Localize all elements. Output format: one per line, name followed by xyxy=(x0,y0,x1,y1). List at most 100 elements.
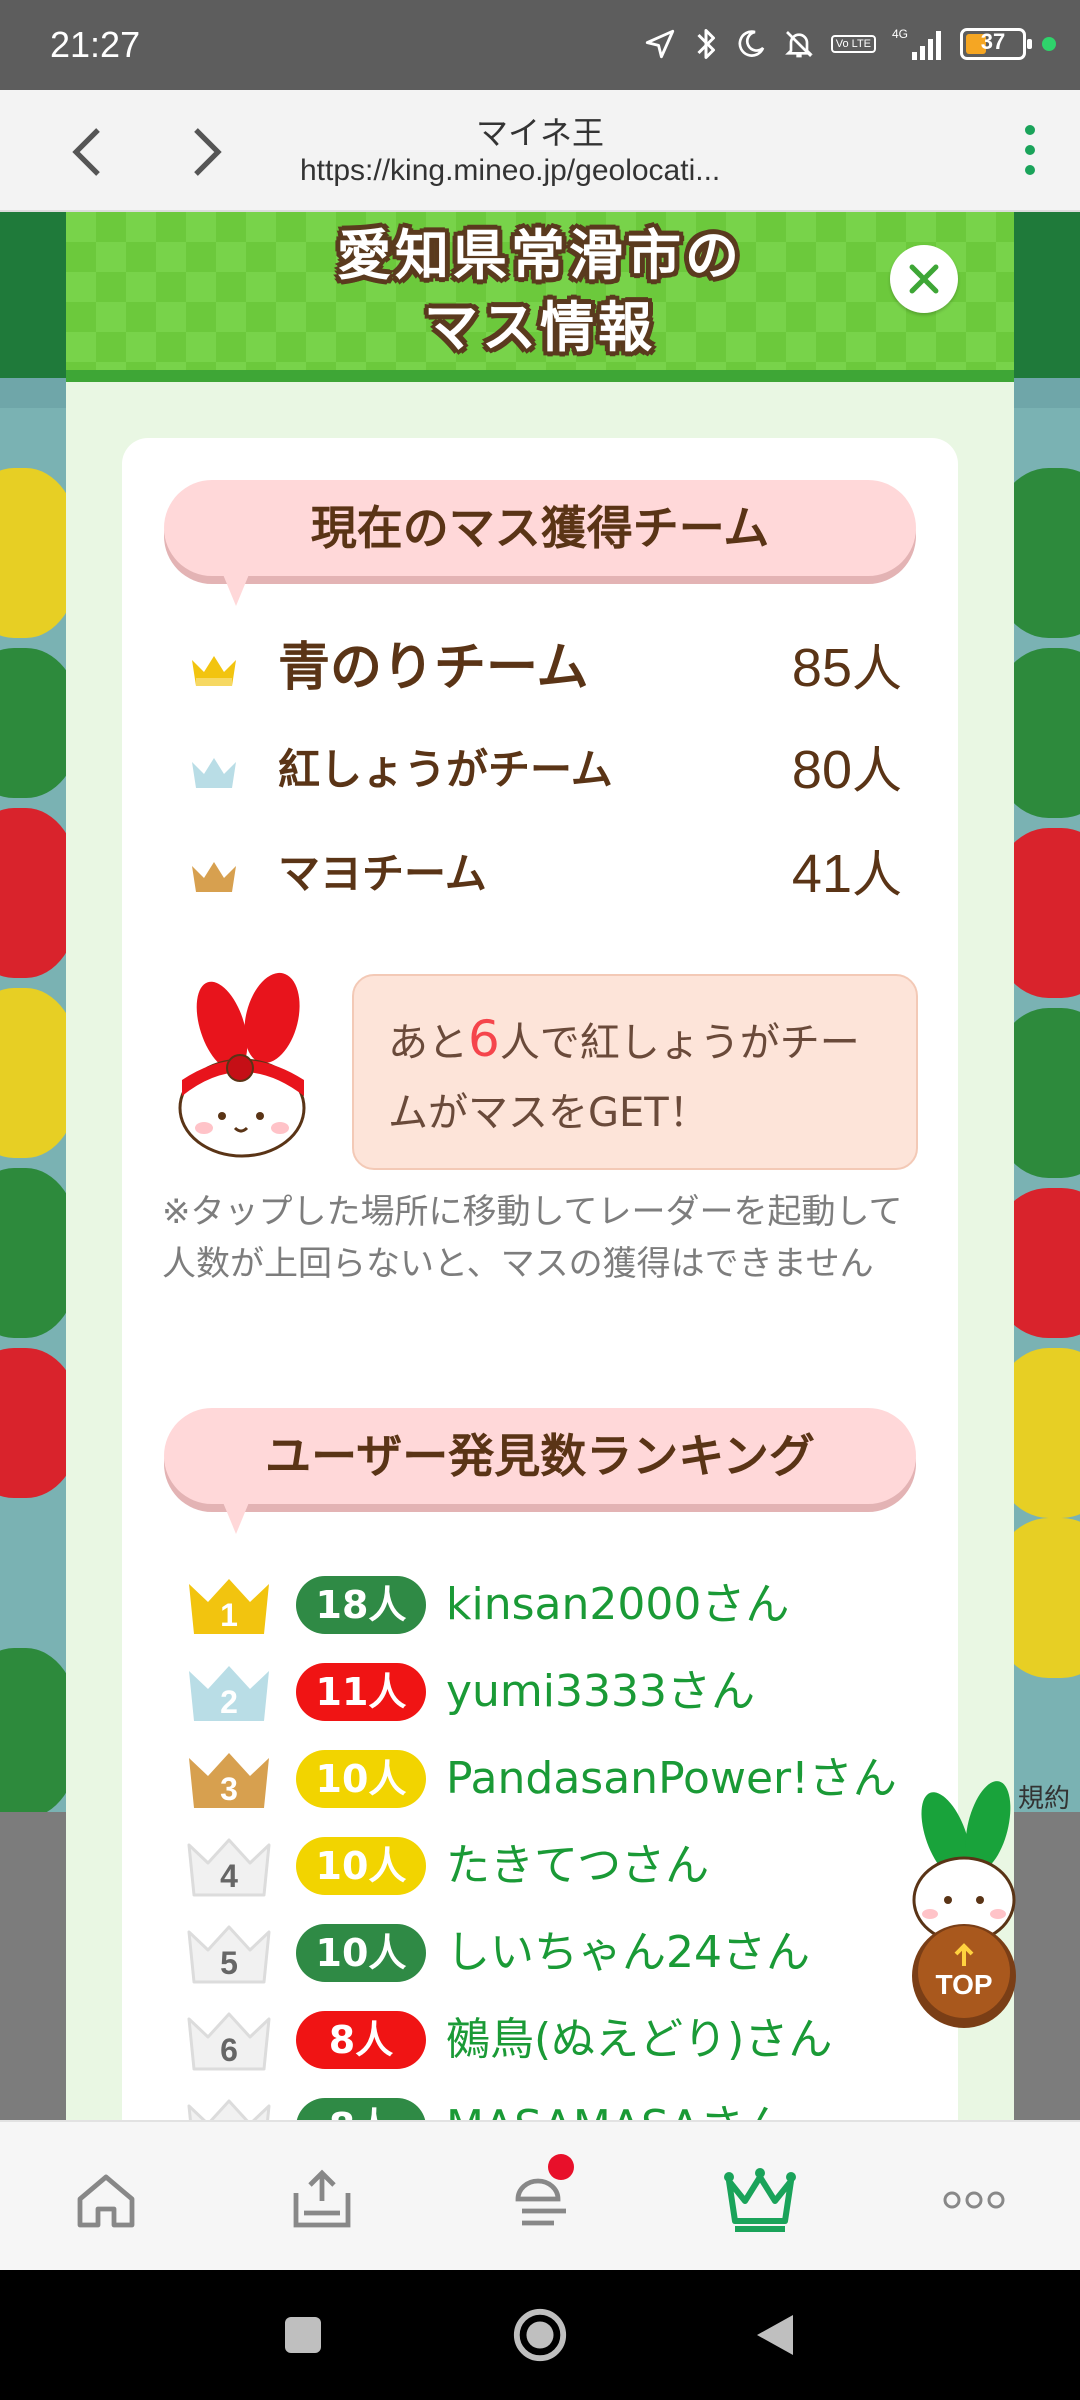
ranking-heading: ユーザー発見数ランキング xyxy=(164,1408,916,1534)
status-time: 21:27 xyxy=(50,24,141,65)
rank-count-badge: 18人 xyxy=(296,1576,426,1634)
signal-icon: 4G xyxy=(892,27,941,60)
current-team-heading-text: 現在のマス獲得チーム xyxy=(310,501,770,555)
red-rabbit-mascot-icon xyxy=(178,972,306,1158)
bluetooth-icon xyxy=(697,29,715,59)
tab-chat[interactable] xyxy=(492,2154,592,2240)
rank-crown-icon: 7 xyxy=(187,2099,271,2120)
ranking-row[interactable]: 2 11人 yumi3333さん xyxy=(186,1657,926,1727)
circle-icon xyxy=(513,2308,567,2362)
rank-count-badge: 11人 xyxy=(296,1663,426,1721)
triangle-back-icon xyxy=(757,2315,793,2355)
note-text: ※タップした場所に移動してレーダーを起動して人数が上回らないと、マスの獲得はでき… xyxy=(162,1192,903,1284)
rank-number: 3 xyxy=(220,1771,238,1807)
rank-user-name[interactable]: yumi3333さん xyxy=(446,1657,755,1727)
ranking-row[interactable]: 7 8人 MASAMASAさん xyxy=(186,2092,926,2120)
rank-user-name[interactable]: しいちゃん24さん xyxy=(446,1918,810,1988)
scroll-top-label: TOP xyxy=(935,1969,992,2000)
rank-crown-icon: 2 xyxy=(189,1666,269,1721)
rank-number: 2 xyxy=(220,1684,238,1720)
bottom-tab-bar xyxy=(0,2120,1080,2270)
modal-title-line2: マス情報 xyxy=(424,296,656,359)
tab-upload[interactable] xyxy=(272,2160,372,2240)
rank-count-badge: 8人 xyxy=(296,2098,426,2120)
page-title: マイネ王 xyxy=(475,114,604,152)
url-bar[interactable]: https://king.mineo.jp/geolocati... xyxy=(300,154,800,188)
moon-icon xyxy=(738,30,764,57)
upload-icon xyxy=(293,2169,351,2228)
rank-crown-icon: 5 xyxy=(187,1925,271,1984)
bell-off-icon xyxy=(784,31,813,58)
message-prefix: あと xyxy=(388,1020,468,1066)
crown-icon xyxy=(192,656,236,686)
rank-count-badge: 10人 xyxy=(296,1837,426,1895)
rank-count-badge: 10人 xyxy=(296,1750,426,1808)
location-arrow-icon xyxy=(645,29,674,59)
square-icon xyxy=(285,2317,321,2353)
scroll-top-button[interactable]: TOP xyxy=(904,1776,1024,2036)
volte-icon: Vo LTE xyxy=(830,35,876,53)
crown-icon xyxy=(192,862,236,892)
team-row: 青のりチーム 85人 xyxy=(182,628,902,708)
chat-icon xyxy=(515,2178,566,2226)
background-terms-link: 規約 xyxy=(1018,1784,1071,1814)
team-count-unit: 人 xyxy=(852,742,902,800)
rank-count-badge: 10人 xyxy=(296,1924,426,1982)
rank-user-name[interactable]: MASAMASAさん xyxy=(446,2092,788,2120)
tab-ranking[interactable] xyxy=(710,2160,810,2240)
svg-text:4G: 4G xyxy=(892,27,908,41)
notification-badge xyxy=(548,2154,574,2180)
team-count: 41人 xyxy=(792,834,902,915)
rank-user-name[interactable]: PandasanPower!さん xyxy=(446,1744,897,1814)
ranking-row[interactable]: 1 18人 kinsan2000さん xyxy=(186,1570,926,1640)
team-count-unit: 人 xyxy=(852,846,902,904)
team-message: あと6人で紅しょうがチームがマスをGET！ xyxy=(352,974,918,1170)
team-count: 85人 xyxy=(792,628,902,709)
rank-crown-icon: 1 xyxy=(189,1579,269,1634)
status-bar: 21:27 Vo LTE 4G 37 xyxy=(0,0,1080,90)
team-name: 青のりチーム xyxy=(278,638,589,698)
info-card: 現在のマス獲得チーム 青のりチーム 85人 紅しょうがチーム 80人 マヨチーム… xyxy=(122,438,958,2120)
browser-toolbar: マイネ王 https://king.mineo.jp/geolocati... xyxy=(0,90,1080,212)
ranking-row[interactable]: 3 10人 PandasanPower!さん xyxy=(186,1744,926,1814)
battery-level: 37 xyxy=(980,29,1006,54)
crown-icon xyxy=(192,758,236,788)
team-count-unit: 人 xyxy=(852,640,902,698)
team-name: マヨチーム xyxy=(278,849,487,898)
rank-crown-icon: 4 xyxy=(187,1838,271,1897)
area-info-modal: 愛知県常滑市の マス情報 現在のマス獲得チーム 青のりチーム 85人 紅しょうが… xyxy=(66,212,1014,2120)
browser-menu-button[interactable] xyxy=(1000,120,1060,180)
rank-number: 1 xyxy=(220,1597,238,1633)
modal-title: 愛知県常滑市の マス情報 xyxy=(66,220,1014,364)
status-icons: Vo LTE 4G 37 xyxy=(643,22,1056,66)
tab-more[interactable] xyxy=(924,2160,1024,2240)
rank-user-name[interactable]: 鵺鳥(ぬえどり)さん xyxy=(446,2005,832,2075)
ranking-row[interactable]: 6 8人 鵺鳥(ぬえどり)さん xyxy=(186,2005,926,2075)
rank-user-name[interactable]: kinsan2000さん xyxy=(446,1570,789,1640)
tab-home[interactable] xyxy=(56,2160,156,2240)
modal-header: 愛知県常滑市の マス情報 xyxy=(66,212,1014,382)
rank-number: 4 xyxy=(220,1858,238,1894)
team-count-value: 41 xyxy=(791,844,852,904)
privacy-dot-icon xyxy=(1042,37,1056,51)
rank-crown-icon: 3 xyxy=(189,1753,269,1808)
recents-button[interactable] xyxy=(268,2300,338,2370)
team-row: マヨチーム 41人 xyxy=(182,834,902,914)
team-row: 紅しょうがチーム 80人 xyxy=(182,730,902,810)
team-count-value: 80 xyxy=(791,740,852,800)
ranking-row[interactable]: 5 10人 しいちゃん24さん xyxy=(186,1918,926,1988)
modal-title-line1: 愛知県常滑市の xyxy=(337,224,743,287)
ranking-heading-text: ユーザー発見数ランキング xyxy=(265,1429,815,1483)
back-nav-button[interactable] xyxy=(740,2300,810,2370)
crown-icon xyxy=(724,2168,796,2232)
message-number: 6 xyxy=(468,1010,500,1068)
home-nav-button[interactable] xyxy=(505,2300,575,2370)
close-icon xyxy=(909,264,939,294)
team-count: 80人 xyxy=(792,730,902,811)
more-icon xyxy=(943,2191,1005,2209)
close-button[interactable] xyxy=(890,245,958,313)
rank-user-name[interactable]: たきてつさん xyxy=(446,1831,709,1901)
rank-number: 6 xyxy=(220,2032,238,2068)
ranking-row[interactable]: 4 10人 たきてつさん xyxy=(186,1831,926,1901)
rank-crown-icon: 6 xyxy=(187,2012,271,2071)
